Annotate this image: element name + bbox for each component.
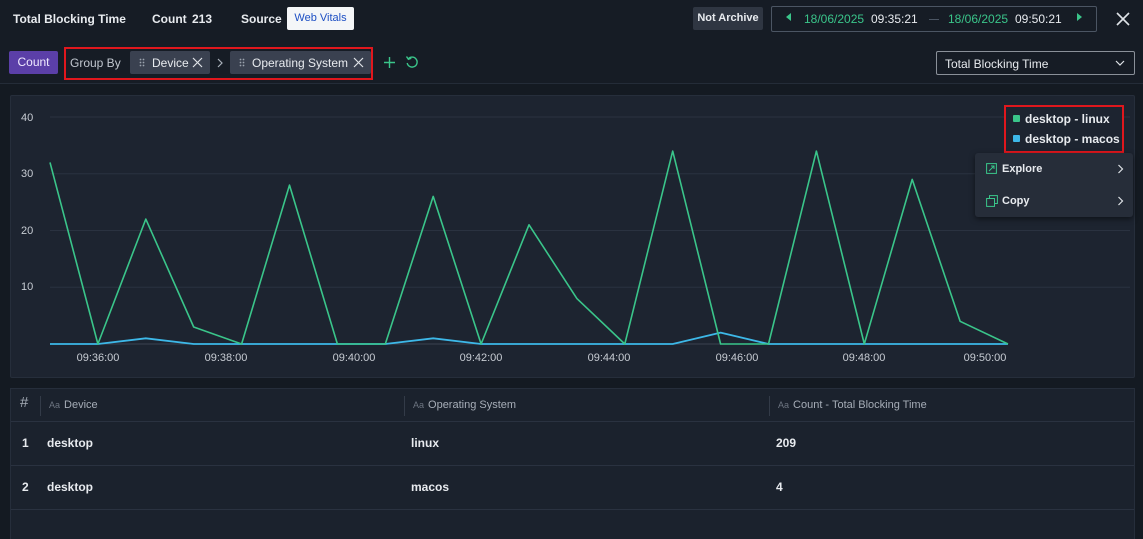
- column-header-count[interactable]: Aa Count - Total Blocking Time: [778, 398, 927, 412]
- column-header-label: Device: [64, 399, 98, 411]
- menu-item-label: Explore: [1002, 163, 1043, 175]
- x-tick: 09:48:00: [842, 352, 886, 364]
- chart-legend: desktop - linux desktop - macos: [1004, 105, 1124, 153]
- legend-label: desktop - macos: [1025, 132, 1120, 146]
- legend-item-macos[interactable]: desktop - macos: [1013, 132, 1120, 146]
- x-tick: 09:40:00: [332, 352, 376, 364]
- cell-count: 209: [776, 436, 797, 450]
- row-index: 2: [22, 480, 29, 494]
- menu-item-copy[interactable]: Copy: [975, 185, 1133, 217]
- legend-label: desktop - linux: [1025, 112, 1110, 126]
- column-header-label: Count - Total Blocking Time: [793, 399, 927, 411]
- legend-swatch-icon: [1013, 135, 1020, 142]
- column-divider[interactable]: [40, 396, 41, 416]
- legend-item-linux[interactable]: desktop - linux: [1013, 112, 1110, 126]
- index-header: #: [20, 394, 29, 411]
- cell-device: desktop: [47, 436, 94, 450]
- x-tick: 09:38:00: [204, 352, 248, 364]
- explore-icon: [986, 163, 997, 174]
- x-tick: 09:42:00: [459, 352, 503, 364]
- text-type-icon: Aa: [778, 400, 790, 410]
- cell-operating-system: linux: [411, 436, 440, 450]
- copy-icon: [986, 195, 998, 207]
- cell-count: 4: [776, 480, 783, 494]
- column-divider[interactable]: [769, 396, 770, 416]
- menu-item-label: Copy: [1002, 195, 1030, 207]
- text-type-icon: Aa: [49, 400, 61, 410]
- text-type-icon: Aa: [413, 400, 425, 410]
- x-tick: 09:36:00: [76, 352, 120, 364]
- row-index: 1: [22, 436, 29, 450]
- column-divider[interactable]: [404, 396, 405, 416]
- legend-swatch-icon: [1013, 115, 1020, 122]
- x-tick: 09:46:00: [715, 352, 759, 364]
- cell-operating-system: macos: [411, 480, 450, 494]
- table-row[interactable]: [11, 422, 1134, 465]
- series-line-linux[interactable]: [49, 150, 1009, 345]
- x-tick: 09:50:00: [963, 352, 1007, 364]
- context-menu: Explore Copy: [975, 153, 1133, 217]
- column-header-operating-system[interactable]: Aa Operating System: [413, 398, 516, 412]
- x-tick: 09:44:00: [587, 352, 631, 364]
- row-divider: [11, 509, 1134, 510]
- cell-device: desktop: [47, 480, 94, 494]
- table-row[interactable]: [11, 466, 1134, 509]
- menu-item-explore[interactable]: Explore: [975, 153, 1133, 185]
- column-header-label: Operating System: [428, 399, 517, 411]
- chevron-right-icon: [1118, 196, 1124, 206]
- column-header-device[interactable]: Aa Device: [49, 398, 98, 412]
- line-chart[interactable]: [0, 0, 1143, 380]
- chevron-right-icon: [1118, 164, 1124, 174]
